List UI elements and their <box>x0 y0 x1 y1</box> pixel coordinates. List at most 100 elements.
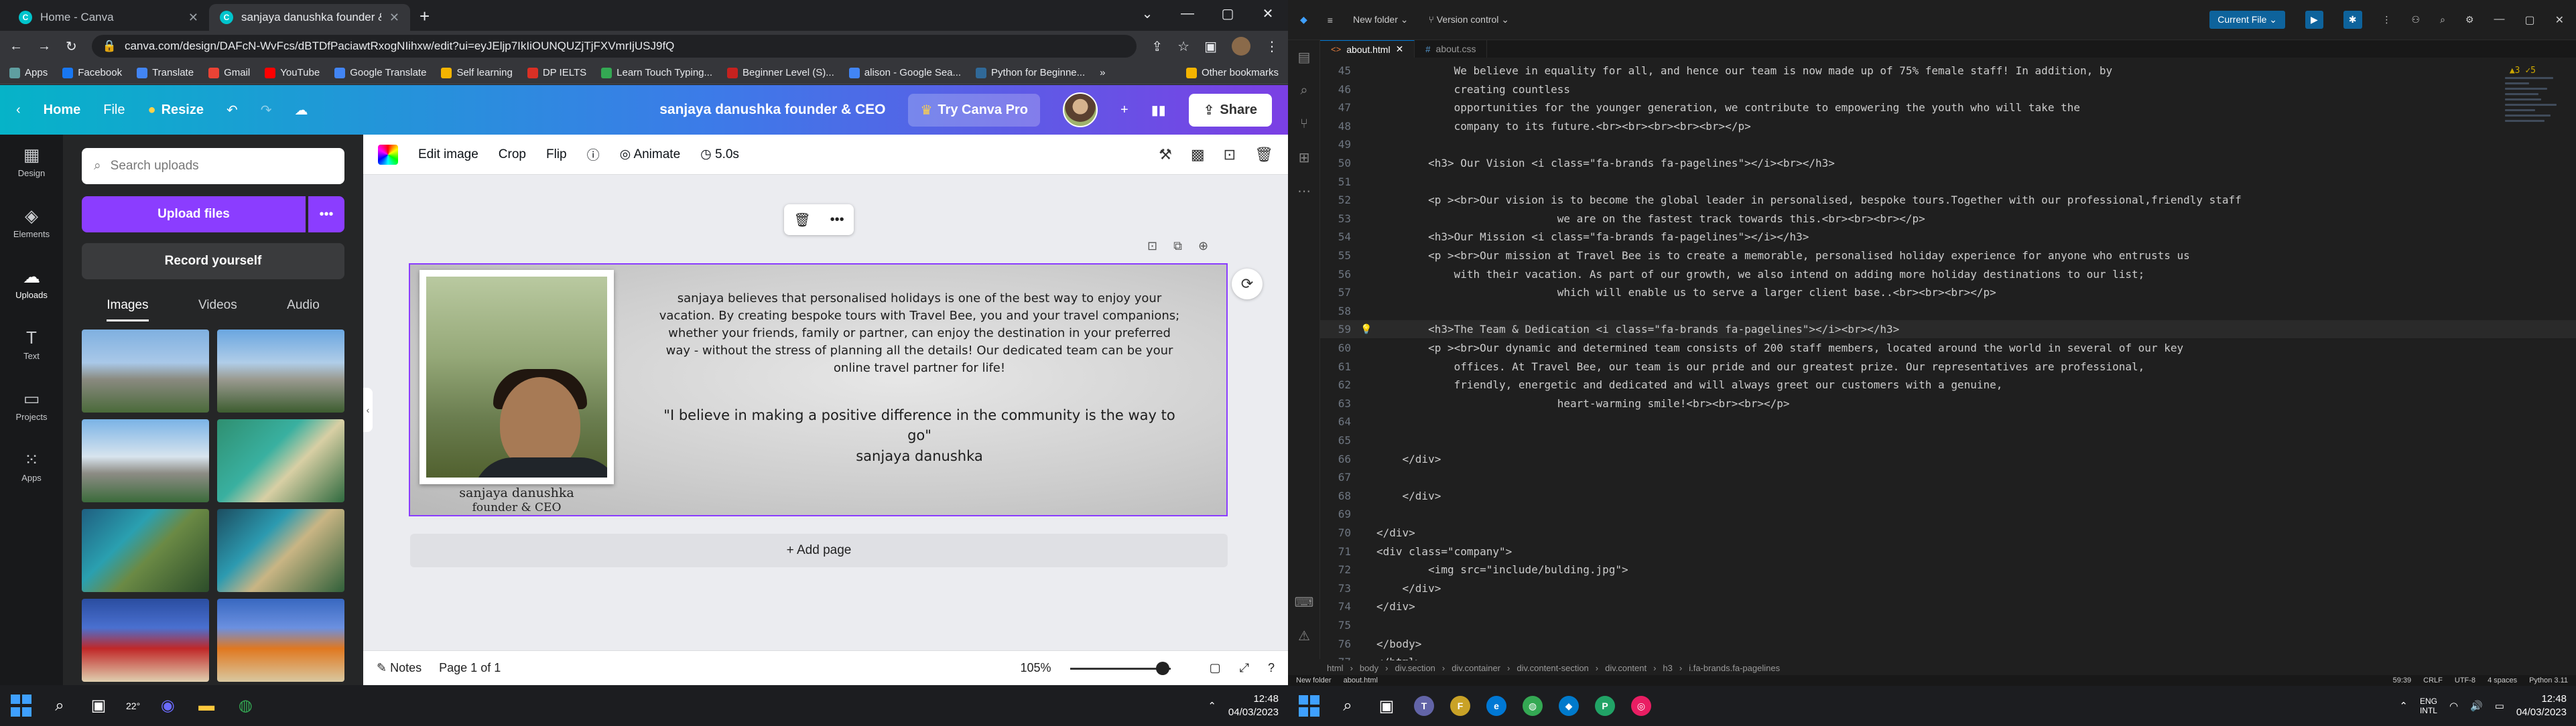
code-line[interactable]: 69 <box>1320 505 2576 523</box>
search-icon[interactable]: ⌕ <box>1336 695 1359 717</box>
search-icon[interactable]: ⌕ <box>1288 74 1320 107</box>
file-explorer-icon[interactable]: ▬ <box>195 695 218 717</box>
code-line[interactable]: 45 We believe in equality for all, and h… <box>1320 62 2576 80</box>
chrome-icon[interactable]: ◍ <box>234 695 257 717</box>
code-line[interactable]: 51 <box>1320 173 2576 191</box>
explorer-icon[interactable]: ▤ <box>1288 40 1320 74</box>
zoom-slider-handle[interactable] <box>1155 661 1169 675</box>
signature-text[interactable]: sanjaya danushka <box>658 448 1181 464</box>
code-line[interactable]: 68 </div> <box>1320 487 2576 505</box>
help-icon[interactable]: ? <box>1268 661 1275 675</box>
tab-about-css[interactable]: # about.css <box>1415 40 1488 58</box>
bookmark-other[interactable]: Other bookmarks <box>1185 67 1279 78</box>
code-line[interactable]: 57 which will enable us to serve a large… <box>1320 283 2576 301</box>
current-file-config[interactable]: Current File ⌄ <box>2209 11 2285 29</box>
upload-files-button[interactable]: Upload files <box>82 196 306 232</box>
close-window-icon[interactable]: ✕ <box>1248 0 1288 27</box>
task-view-icon[interactable]: ▣ <box>1375 695 1398 717</box>
rail-uploads[interactable]: ☁ Uploads <box>15 267 48 300</box>
tab-videos[interactable]: Videos <box>198 298 237 321</box>
bookmark-dp-ielts[interactable]: DP IELTS <box>527 67 586 78</box>
close-icon[interactable]: ✕ <box>1396 44 1404 55</box>
bookmark-self-learning[interactable]: Self learning <box>441 67 513 78</box>
rail-projects[interactable]: ▭ Projects <box>16 389 48 422</box>
more-options-icon[interactable]: ••• <box>308 196 344 232</box>
add-collaborator-icon[interactable]: + <box>1120 102 1129 118</box>
breadcrumb-item[interactable]: body <box>1360 663 1378 673</box>
vscode-icon[interactable]: ◆ <box>1559 696 1579 716</box>
page-indicator[interactable]: Page 1 of 1 <box>439 661 501 675</box>
chevron-up-icon[interactable]: ⌃ <box>1208 700 1216 712</box>
bookmarks-more[interactable]: » <box>1100 67 1105 78</box>
document-title[interactable]: sanjaya danushka founder & CEO <box>659 102 885 118</box>
bookmark-youtube[interactable]: YouTube <box>265 67 320 78</box>
code-line[interactable]: 59 💡 <h3>The Team & Dedication <i class="… <box>1320 320 2576 339</box>
code-line[interactable]: 75 <box>1320 616 2576 634</box>
share-button[interactable]: ⇪ Share <box>1188 93 1272 127</box>
status-folder[interactable]: New folder <box>1296 676 1332 684</box>
rail-text[interactable]: T Text <box>23 328 40 361</box>
transparency-icon[interactable]: ▩ <box>1191 146 1205 163</box>
code-line[interactable]: 73 </div> <box>1320 579 2576 597</box>
version-control-selector[interactable]: ⑂ Version control ⌄ <box>1429 14 1510 25</box>
design-page[interactable]: sanjaya danushka founder & CEO sanjaya b… <box>409 263 1228 516</box>
record-yourself-button[interactable]: Record yourself <box>82 243 344 279</box>
windows-start-icon[interactable] <box>9 695 32 717</box>
code-line[interactable]: 56 with their vacation. As part of our g… <box>1320 265 2576 283</box>
avatar[interactable] <box>1062 92 1098 127</box>
status-eol[interactable]: CRLF <box>2423 676 2443 684</box>
minimize-icon[interactable]: — <box>1167 0 1208 27</box>
run-icon[interactable]: ▶ <box>2305 11 2323 29</box>
notes-button[interactable]: ✎ Notes <box>377 661 422 675</box>
chevron-up-icon[interactable]: ⌃ <box>2399 700 2408 712</box>
zoom-level[interactable]: 105% <box>1021 661 1051 675</box>
code-line[interactable]: 63 heart-warming smile!<br><br><br></p> <box>1320 394 2576 413</box>
paint-roller-icon[interactable]: ⚒ <box>1159 146 1172 163</box>
teams-icon[interactable]: T <box>1414 696 1434 716</box>
close-icon[interactable]: ✕ <box>389 11 399 25</box>
file-explorer-icon[interactable]: F <box>1450 696 1470 716</box>
status-interpreter[interactable]: Python 3.11 <box>2529 676 2568 684</box>
code-line[interactable]: 64 <box>1320 413 2576 431</box>
wifi-icon[interactable]: ◠ <box>2449 700 2458 712</box>
code-line[interactable]: 61 offices. At Travel Bee, our team is o… <box>1320 358 2576 376</box>
bookmark-python[interactable]: Python for Beginne... <box>976 67 1085 78</box>
search-icon[interactable]: ⌕ <box>2440 14 2445 25</box>
task-view-icon[interactable]: ▣ <box>87 695 110 717</box>
new-tab-icon[interactable]: + <box>420 6 430 27</box>
debug-icon[interactable]: ✱ <box>2343 11 2362 29</box>
code-line[interactable]: 46 creating countless <box>1320 80 2576 98</box>
code-line[interactable]: 71 <div class="company"> <box>1320 542 2576 561</box>
url-input[interactable]: 🔒 canva.com/design/DAFcN-WvFcs/dBTDfPaci… <box>91 35 1137 58</box>
breadcrumb-item[interactable]: html <box>1327 663 1344 673</box>
code-line[interactable]: 53 we are on the fastest track towards t… <box>1320 210 2576 228</box>
search-input[interactable]: ⌕ Search uploads <box>82 148 344 184</box>
breadcrumb-item[interactable]: div.content <box>1605 663 1647 673</box>
crop-button[interactable]: Crop <box>499 147 526 162</box>
weather-widget[interactable]: 22° <box>126 701 140 711</box>
code-line[interactable]: 49 <box>1320 135 2576 153</box>
close-window-icon[interactable]: ✕ <box>2555 13 2564 27</box>
bookmark-facebook[interactable]: Facebook <box>62 67 122 78</box>
bookmark-star-icon[interactable]: ☆ <box>1177 38 1189 55</box>
code-line[interactable]: 50 <h3> Our Vision <i class="fa-brands f… <box>1320 154 2576 172</box>
menu-icon[interactable]: ≡ <box>1328 15 1333 25</box>
code-line[interactable]: 66 </div> <box>1320 450 2576 468</box>
redo-icon[interactable]: ↷ <box>261 102 272 119</box>
account-icon[interactable]: ⚇ <box>2412 14 2421 25</box>
bookmark-google-translate[interactable]: Google Translate <box>334 67 426 78</box>
extensions-icon[interactable]: ⊞ <box>1288 141 1320 174</box>
code-line[interactable]: 52 <p ><br>Our vision is to become the g… <box>1320 191 2576 209</box>
chevron-left-icon[interactable]: ‹ <box>16 102 21 118</box>
try-pro-button[interactable]: ♛ Try Canva Pro <box>908 93 1040 127</box>
more-options-icon[interactable]: ⋮ <box>2382 14 2392 25</box>
minimize-icon[interactable]: — <box>2494 13 2504 27</box>
code-line[interactable]: 62 friendly, energetic and dedicated and… <box>1320 376 2576 394</box>
upload-thumbnail[interactable] <box>82 419 209 502</box>
rail-design[interactable]: ▦ Design <box>18 145 45 178</box>
breadcrumb-item[interactable]: div.container <box>1452 663 1500 673</box>
trash-icon[interactable]: 🗑 <box>793 212 810 228</box>
chevron-down-icon[interactable]: ⌄ <box>1127 0 1167 27</box>
source-control-icon[interactable]: ⑂ <box>1288 107 1320 141</box>
share-page-icon[interactable]: ⇪ <box>1151 38 1163 55</box>
